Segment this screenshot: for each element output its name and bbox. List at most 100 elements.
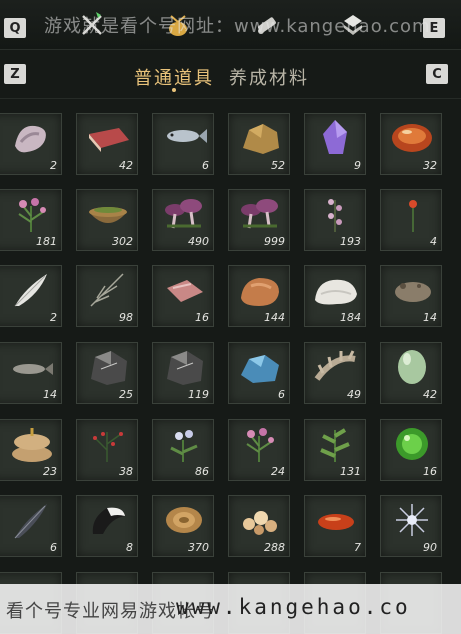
inventory-slot[interactable]: 49 xyxy=(304,342,366,404)
item-count: 2 xyxy=(50,311,57,324)
blue-ore-icon xyxy=(241,355,279,383)
inventory-slot[interactable]: 52 xyxy=(228,113,290,175)
herb-bowl-icon xyxy=(89,207,127,223)
inventory-slot[interactable]: 184 xyxy=(304,265,366,327)
item-count: 16 xyxy=(423,465,437,478)
item-count: 181 xyxy=(36,235,57,248)
watermark-bottom-url: www.kangehao.co xyxy=(176,595,411,619)
tab-common-items[interactable]: 普通道具 xyxy=(134,64,214,90)
purple-mushroom-icon xyxy=(165,199,202,229)
inventory-slot[interactable]: 119 xyxy=(152,342,214,404)
watermark-bottom: 看个号专业网易游戏帐号 www.kangehao.co xyxy=(0,584,461,634)
item-count: 302 xyxy=(112,235,133,248)
item-count: 184 xyxy=(340,311,361,324)
inventory-slot[interactable]: 14 xyxy=(380,265,442,327)
red-bean-icon xyxy=(318,514,354,530)
inventory-slot[interactable]: 999 xyxy=(228,189,290,251)
inventory-slot[interactable]: 32 xyxy=(380,113,442,175)
inventory-slot[interactable]: 98 xyxy=(76,265,138,327)
green-egg-icon xyxy=(398,350,426,384)
inventory-slot[interactable]: 144 xyxy=(228,265,290,327)
purple-crystal-icon xyxy=(323,120,347,154)
tab-cultivation-materials[interactable]: 养成材料 xyxy=(229,64,309,90)
item-count: 98 xyxy=(119,311,133,324)
item-count: 490 xyxy=(188,235,209,248)
item-count: 42 xyxy=(423,388,437,401)
tab-bar: Z 普通道具 养成材料 C xyxy=(0,58,461,98)
money-pouch-icon[interactable] xyxy=(165,12,191,38)
item-count: 119 xyxy=(188,388,209,401)
scroll-icon[interactable] xyxy=(254,12,280,38)
pink-flower-herb-icon xyxy=(18,198,46,232)
item-count: 42 xyxy=(119,159,133,172)
sack-icon xyxy=(12,428,52,462)
item-count: 370 xyxy=(188,541,209,554)
item-count: 9 xyxy=(354,159,361,172)
item-count: 14 xyxy=(43,388,57,401)
inventory-slot[interactable]: 16 xyxy=(152,265,214,327)
green-herb-icon xyxy=(320,428,350,462)
item-count: 144 xyxy=(264,311,285,324)
inventory-slot[interactable]: 302 xyxy=(76,189,138,251)
inventory-slot[interactable]: 370 xyxy=(152,495,214,557)
green-orb-icon xyxy=(396,428,428,460)
item-count: 25 xyxy=(119,388,133,401)
inventory-slot[interactable]: 8 xyxy=(76,495,138,557)
active-tab-indicator xyxy=(172,88,176,92)
item-count: 86 xyxy=(195,465,209,478)
item-count: 2 xyxy=(50,159,57,172)
item-count: 999 xyxy=(264,235,285,248)
inventory-slot[interactable]: 86 xyxy=(152,419,214,481)
inventory-slot[interactable]: 2 xyxy=(0,265,62,327)
inventory-slot[interactable]: 131 xyxy=(304,419,366,481)
item-count: 6 xyxy=(202,159,209,172)
raw-meat-icon xyxy=(89,128,129,152)
item-count: 24 xyxy=(271,465,285,478)
inventory-slot[interactable]: 6 xyxy=(152,113,214,175)
inventory-slot[interactable]: 2 xyxy=(0,113,62,175)
tab-prev-hotkey[interactable]: Z xyxy=(4,64,26,84)
inventory-slot[interactable]: 16 xyxy=(380,419,442,481)
item-count: 49 xyxy=(347,388,361,401)
inventory-slot[interactable]: 42 xyxy=(76,113,138,175)
inventory-slot[interactable]: 181 xyxy=(0,189,62,251)
inventory-slot[interactable]: 7 xyxy=(304,495,366,557)
inventory-slot[interactable]: 14 xyxy=(0,342,62,404)
cloth-bundle-icon xyxy=(15,125,46,153)
rock-ore-icon xyxy=(241,278,279,306)
inventory-slot[interactable]: 24 xyxy=(228,419,290,481)
item-count: 6 xyxy=(50,541,57,554)
top-bar: Q E 游戏就是看个号网址：www.kangehao.com xyxy=(0,0,461,50)
pebbles-icon xyxy=(243,511,277,535)
hotkey-e[interactable]: E xyxy=(423,18,445,38)
item-count: 52 xyxy=(271,159,285,172)
pink-blossom-icon xyxy=(328,199,342,232)
red-berry-bush-icon xyxy=(93,432,123,462)
inventory-slot[interactable]: 490 xyxy=(152,189,214,251)
gem-shield-icon[interactable] xyxy=(340,12,366,38)
tab-next-hotkey[interactable]: C xyxy=(426,64,448,84)
black-white-tail-icon xyxy=(92,507,125,534)
inventory-slot[interactable]: 9 xyxy=(304,113,366,175)
inventory-slot[interactable]: 38 xyxy=(76,419,138,481)
crossed-swords-icon[interactable] xyxy=(79,12,105,38)
inventory-slot[interactable]: 23 xyxy=(0,419,62,481)
inventory-slot[interactable]: 25 xyxy=(76,342,138,404)
inventory-slot[interactable]: 288 xyxy=(228,495,290,557)
item-count: 131 xyxy=(340,465,361,478)
inventory-slot[interactable]: 90 xyxy=(380,495,442,557)
white-feather-icon xyxy=(14,274,47,307)
red-flower-icon xyxy=(409,200,417,232)
hotkey-q[interactable]: Q xyxy=(4,18,26,38)
inventory-slot[interactable]: 42 xyxy=(380,342,442,404)
grass-stalk-icon xyxy=(90,273,124,307)
item-count: 38 xyxy=(119,465,133,478)
item-count: 288 xyxy=(264,541,285,554)
silver-sparkle-icon xyxy=(396,504,428,536)
inventory-slot[interactable]: 193 xyxy=(304,189,366,251)
inventory-slot[interactable]: 4 xyxy=(380,189,442,251)
inventory-slot[interactable]: 6 xyxy=(0,495,62,557)
inventory-slot[interactable]: 6 xyxy=(228,342,290,404)
purple-mushroom-icon xyxy=(241,199,278,229)
item-count: 193 xyxy=(340,235,361,248)
